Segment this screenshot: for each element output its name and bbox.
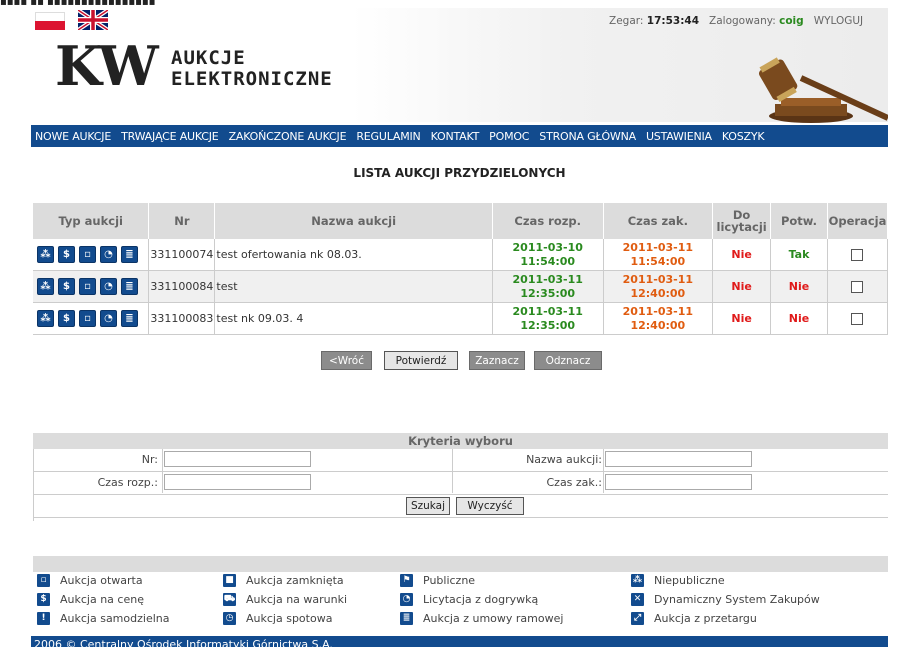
puzzle-icon: ⁂ <box>37 246 54 263</box>
auction-nr: 331100084 <box>148 270 216 303</box>
auction-name[interactable]: test nk 09.03. 4 <box>214 302 493 335</box>
criteria-title: Kryteria wyboru <box>33 433 888 449</box>
auction-type-icons: ⁂ $ ▫ ◔ ≣ <box>34 278 147 295</box>
nav-home[interactable]: STRONA GŁÓWNA <box>539 130 636 143</box>
exclamation-icon: ! <box>37 612 50 625</box>
lock-open-icon: ▫ <box>79 310 96 327</box>
table-header: Typ aukcji Nr Nazwa aukcji Czas rozp. Cz… <box>33 203 888 239</box>
logout-link[interactable]: WYLOGUJ <box>814 15 863 27</box>
search-button[interactable]: Szukaj <box>406 497 450 515</box>
document-icon: ≣ <box>121 278 138 295</box>
clear-button[interactable]: Wyczyść <box>456 497 524 515</box>
start-time-label: Czas rozp.: <box>97 476 158 489</box>
puzzle-icon: ⁂ <box>631 574 644 587</box>
username: coig <box>779 15 804 27</box>
confirm-status: Tak <box>770 239 828 271</box>
search-criteria: Nr: Nazwa aukcji: Czas rozp.: Czas zak.:… <box>33 449 888 521</box>
do-licytacji-value: Nie <box>712 239 772 271</box>
shuffle-icon: ✕ <box>631 593 644 606</box>
main-nav: NOWE AUKCJE TRWAJĄCE AUKCJE ZAKOŃCZONE A… <box>31 125 888 147</box>
auction-name[interactable]: test <box>214 270 493 303</box>
nav-ongoing-auctions[interactable]: TRWAJĄCE AUKCJE <box>121 130 219 143</box>
dollar-icon: $ <box>58 278 75 295</box>
auction-name[interactable]: test ofertowania nk 08.03. <box>214 239 493 271</box>
english-flag-icon[interactable] <box>78 10 108 30</box>
document-icon: ≣ <box>121 310 138 327</box>
document-icon: ≣ <box>121 246 138 263</box>
nr-label: Nr: <box>141 453 158 466</box>
nav-finished-auctions[interactable]: ZAKOŃCZONE AUKCJE <box>229 130 347 143</box>
nav-contact[interactable]: KONTAKT <box>431 130 480 143</box>
deselect-all-button[interactable]: Odznacz <box>534 351 602 370</box>
end-time-label: Czas zak.: <box>546 476 602 489</box>
lock-open-icon: ▫ <box>79 278 96 295</box>
puzzle-icon: ⁂ <box>37 310 54 327</box>
row-checkbox[interactable] <box>851 280 864 293</box>
logo-text: AUKCJE ELEKTRONICZNE <box>171 47 333 90</box>
document-icon: ≣ <box>400 612 413 625</box>
stopwatch-icon: ◷ <box>223 612 236 625</box>
name-input[interactable] <box>605 451 752 467</box>
logo-mark: KW <box>55 34 159 98</box>
nr-input[interactable] <box>164 451 311 467</box>
back-button[interactable]: <Wróć <box>321 351 372 370</box>
table-row: ⁂ $ ▫ ◔ ≣ 331100083 test nk 09.03. 4 2011-03… <box>33 302 888 335</box>
nav-settings[interactable]: USTAWIENIA <box>646 130 712 143</box>
dollar-icon: $ <box>58 246 75 263</box>
row-checkbox[interactable] <box>851 312 864 325</box>
clock-icon: ◔ <box>100 246 117 263</box>
gavel-icon <box>758 57 888 123</box>
name-label: Nazwa aukcji: <box>526 453 602 466</box>
table-row: ⁂ $ ▫ ◔ ≣ 331100074 test ofertowania nk 08.0… <box>33 239 888 271</box>
auction-table: Typ aukcji Nr Nazwa aukcji Czas rozp. Cz… <box>33 203 888 335</box>
header: KW AUKCJE ELEKTRONICZNE Zegar: 17:53:44 … <box>31 8 888 123</box>
table-row: ⁂ $ ▫ ◔ ≣ 331100084 test 2011-03-11 12:35:00 … <box>33 270 888 303</box>
nav-new-auctions[interactable]: NOWE AUKCJE <box>35 130 111 143</box>
row-checkbox[interactable] <box>851 248 864 261</box>
auction-nr: 331100083 <box>148 302 216 335</box>
lock-open-icon: ▫ <box>37 574 50 587</box>
cart-icon: ⛟ <box>223 593 236 606</box>
confirm-status: Nie <box>770 302 828 335</box>
legend-header <box>33 556 888 572</box>
start-time-input[interactable] <box>164 474 311 490</box>
top-info: Zegar: 17:53:44 Zalogowany: coig WYLOGUJ <box>609 15 864 27</box>
auction-type-icons: ⁂ $ ▫ ◔ ≣ <box>34 310 147 327</box>
auction-type-icons: ⁂ $ ▫ ◔ ≣ <box>34 246 147 263</box>
puzzle-icon: ⁂ <box>37 278 54 295</box>
nav-cart[interactable]: KOSZYK <box>722 130 765 143</box>
dollar-icon: $ <box>37 593 50 606</box>
nav-help[interactable]: POMOC <box>489 130 529 143</box>
select-all-button[interactable]: Zaznacz <box>469 351 525 370</box>
clock-value: 17:53:44 <box>646 15 700 27</box>
expand-icon: ⤢ <box>631 612 644 625</box>
clock-icon: ◔ <box>400 593 413 606</box>
auction-nr: 331100074 <box>148 239 216 271</box>
page-title: LISTA AUKCJI PRZYDZIELONYCH <box>353 166 566 180</box>
clock-icon: ◔ <box>100 278 117 295</box>
confirm-status: Nie <box>770 270 828 303</box>
confirm-button[interactable]: Potwierdź <box>384 351 458 370</box>
polish-flag-icon[interactable] <box>35 12 65 30</box>
end-time-input[interactable] <box>605 474 752 490</box>
page-frame: KW AUKCJE ELEKTRONICZNE Zegar: 17:53:44 … <box>31 8 888 647</box>
clipped-top-text: ▪▪▪▪ ▪▪ ▪▪▪▪▪▪▪▪▪▪▪▪▪▪▪▪ <box>0 0 156 8</box>
lock-closed-icon: ■ <box>223 574 236 587</box>
clock-icon: ◔ <box>100 310 117 327</box>
lock-open-icon: ▫ <box>79 246 96 263</box>
do-licytacji-value: Nie <box>712 270 772 303</box>
flag-icon: ⚑ <box>400 574 413 587</box>
footer: 2006 © Centralny Ośrodek Informatyki Gór… <box>31 636 888 647</box>
dollar-icon: $ <box>58 310 75 327</box>
nav-rules[interactable]: REGULAMIN <box>356 130 420 143</box>
do-licytacji-value: Nie <box>712 302 772 335</box>
